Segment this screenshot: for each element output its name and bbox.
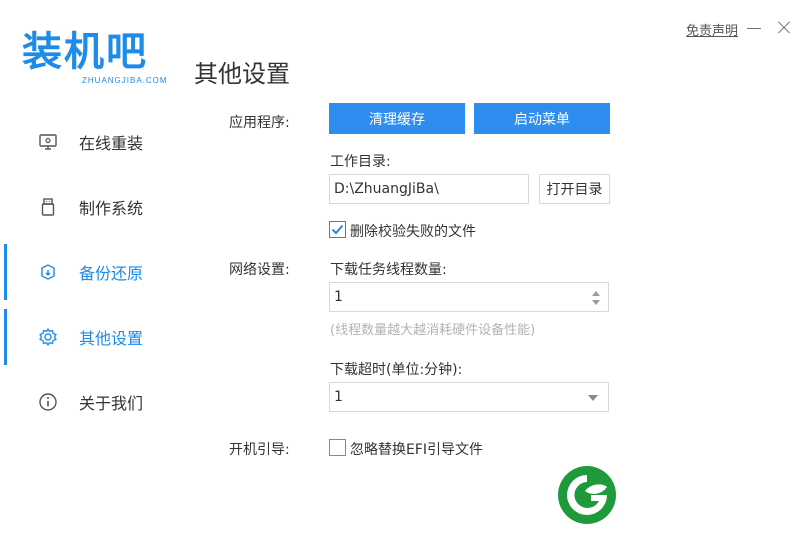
ignore-efi-label: 忽略替换EFI引导文件 bbox=[350, 442, 484, 458]
timeout-label: 下载超时(单位:分钟): bbox=[330, 362, 463, 378]
spinner-arrows-icon[interactable] bbox=[590, 286, 602, 310]
page-title: 其他设置 bbox=[194, 60, 290, 88]
clear-cache-button[interactable]: 清理缓存 bbox=[329, 103, 465, 134]
threads-label: 下载任务线程数量: bbox=[330, 262, 447, 278]
sidebar-item-about-us[interactable]: 关于我们 bbox=[0, 374, 190, 430]
close-button[interactable] bbox=[775, 18, 793, 36]
sidebar-item-label: 制作系统 bbox=[79, 199, 144, 218]
threads-value: 1 bbox=[334, 289, 343, 305]
sidebar-item-label: 其他设置 bbox=[79, 329, 144, 348]
gear-icon bbox=[38, 327, 58, 347]
network-section-label: 网络设置: bbox=[229, 262, 290, 278]
logo-subtext: ZHUANGJIBA.COM bbox=[82, 76, 168, 85]
logo-text: 装机吧 bbox=[22, 29, 148, 75]
workdir-label: 工作目录: bbox=[330, 154, 391, 170]
boot-section-label: 开机引导: bbox=[229, 442, 290, 458]
checkmark-icon bbox=[331, 224, 344, 235]
sidebar: 装机吧 ZHUANGJIBA.COM 在线重装 制作系统 备份还原 其他设置 关… bbox=[0, 0, 190, 533]
delete-failed-label: 删除校验失败的文件 bbox=[350, 224, 476, 240]
green-brand-logo bbox=[558, 466, 616, 524]
workdir-value: D:\ZhuangJiBa\ bbox=[334, 181, 439, 197]
info-icon bbox=[38, 392, 58, 412]
open-directory-button[interactable]: 打开目录 bbox=[539, 174, 610, 204]
app-logo: 装机吧 ZHUANGJIBA.COM bbox=[22, 30, 172, 92]
monitor-icon bbox=[38, 132, 58, 152]
sidebar-item-label: 在线重装 bbox=[79, 134, 144, 153]
timeout-select[interactable]: 1 bbox=[329, 382, 609, 412]
sidebar-item-label: 关于我们 bbox=[79, 394, 144, 413]
sidebar-item-label: 备份还原 bbox=[79, 264, 144, 283]
sidebar-item-other-settings[interactable]: 其他设置 bbox=[0, 309, 190, 365]
sidebar-item-make-system[interactable]: 制作系统 bbox=[0, 179, 190, 235]
sidebar-active-bar bbox=[4, 309, 7, 365]
sidebar-highlight-bar bbox=[4, 244, 7, 300]
sidebar-item-online-reinstall[interactable]: 在线重装 bbox=[0, 114, 190, 170]
minimize-button[interactable] bbox=[745, 18, 763, 36]
threads-spinbox[interactable]: 1 bbox=[329, 282, 609, 312]
threads-hint: (线程数量越大越消耗硬件设备性能) bbox=[330, 323, 536, 338]
delete-failed-checkbox[interactable] bbox=[329, 221, 346, 238]
workdir-input[interactable]: D:\ZhuangJiBa\ bbox=[329, 174, 529, 204]
app-section-label: 应用程序: bbox=[229, 115, 290, 131]
boot-menu-button[interactable]: 启动菜单 bbox=[474, 103, 610, 134]
disclaimer-link[interactable]: 免责声明 bbox=[686, 20, 738, 39]
chevron-down-icon bbox=[588, 395, 598, 401]
ignore-efi-checkbox[interactable] bbox=[329, 439, 346, 456]
backup-restore-icon bbox=[38, 262, 58, 282]
sidebar-item-backup-restore[interactable]: 备份还原 bbox=[0, 244, 190, 300]
usb-drive-icon bbox=[38, 197, 58, 217]
timeout-value: 1 bbox=[334, 389, 343, 405]
